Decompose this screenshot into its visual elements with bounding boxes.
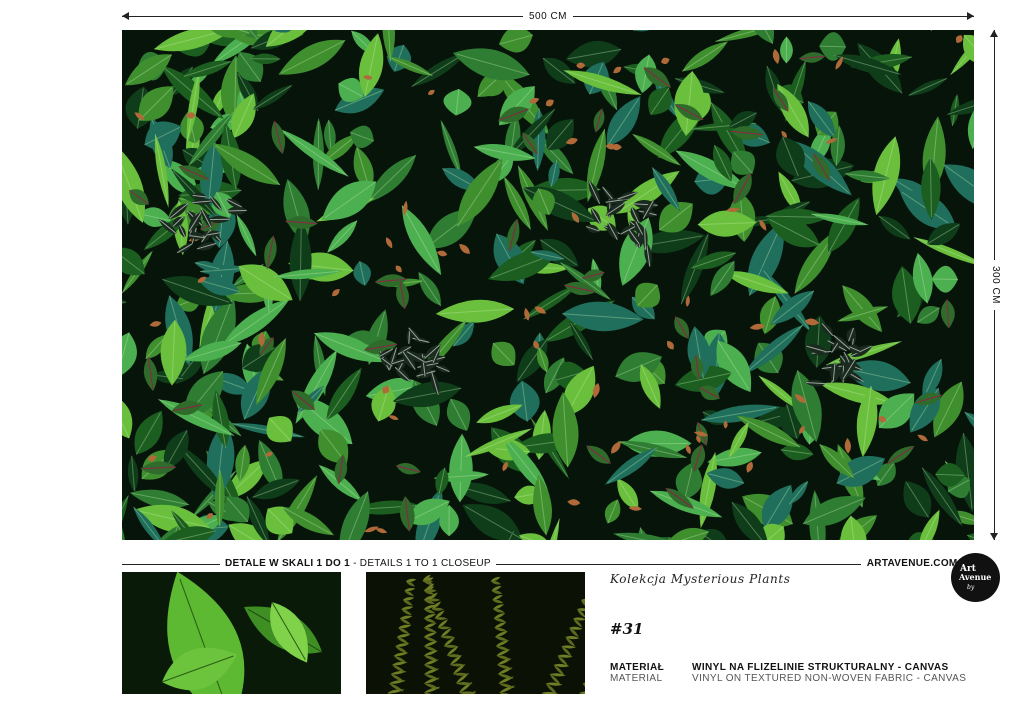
succulent-leaf-vein — [226, 209, 247, 212]
material-value-pl: WINYL NA FLIZELINIE STRUKTURALNY - CANVA… — [692, 662, 949, 673]
width-label: 500 CM — [522, 10, 574, 24]
width-dimension: 500 CM — [122, 10, 974, 24]
product-number: #31 — [610, 620, 644, 638]
arrow-up-icon — [990, 30, 998, 37]
height-dimension: 300 CM — [988, 30, 1002, 540]
logo-line-2: Avenue — [959, 572, 992, 582]
closeup-leaf-illustration — [122, 572, 341, 694]
details-header: DETALE W SKALI 1 DO 1 - DETAILS 1 TO 1 C… — [122, 557, 974, 571]
arrow-right-icon — [967, 12, 974, 20]
closeup-fern-illustration — [366, 572, 585, 694]
arrow-down-icon — [990, 533, 998, 540]
foliage-leaf-vein — [219, 470, 221, 526]
details-label: DETALE W SKALI 1 DO 1 - DETAILS 1 TO 1 C… — [220, 557, 496, 571]
art-avenue-logo[interactable]: Art Avenue by — [951, 553, 1000, 602]
details-label-en: - DETAILS 1 TO 1 CLOSEUP — [350, 558, 491, 569]
jungle-foliage-illustration — [122, 30, 974, 540]
foliage-leaf-vein — [933, 278, 958, 280]
material-label-en: MATERIAL — [610, 673, 663, 684]
arrow-left-icon — [122, 12, 129, 20]
details-label-pl: DETALE W SKALI 1 DO 1 — [225, 558, 351, 569]
closeup-image-2 — [366, 572, 585, 694]
height-label: 300 CM — [988, 259, 1002, 311]
material-value-en: VINYL ON TEXTURED NON-WOVEN FABRIC - CAN… — [692, 673, 967, 684]
closeup-image-1 — [122, 572, 341, 694]
logo-line-3: by — [967, 584, 975, 591]
material-label-pl: MATERIAŁ — [610, 662, 665, 673]
wallpaper-mural-image — [122, 30, 974, 540]
collection-name: Kolekcja Mysterious Plants — [610, 572, 791, 586]
